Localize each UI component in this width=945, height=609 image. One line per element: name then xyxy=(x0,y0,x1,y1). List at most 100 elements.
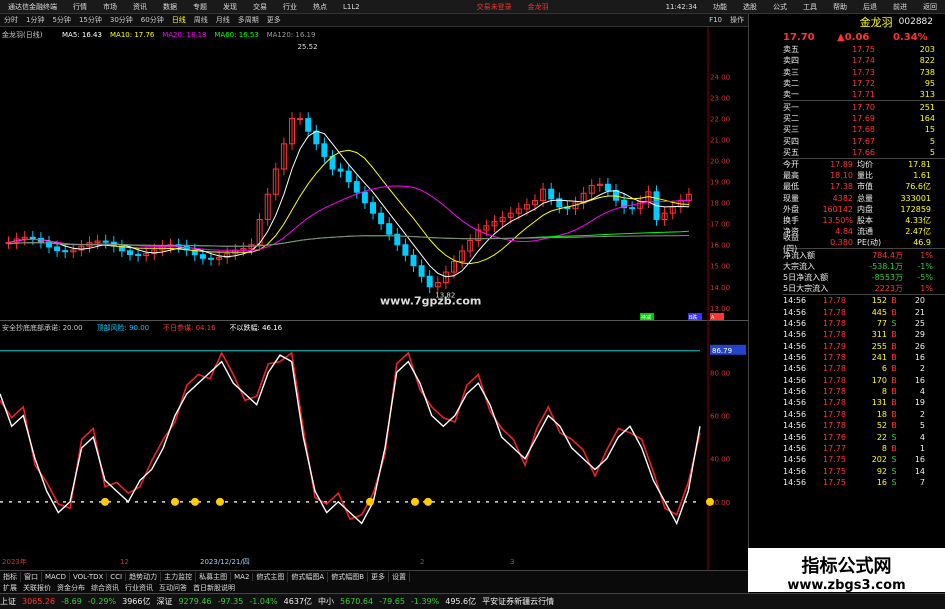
indicator-chart[interactable]: 安全抄底 底部承诺: 20.00 顶部风险: 90.00 不日参谋: 04.16 不以跌… xyxy=(0,320,748,570)
indicator-tab[interactable]: 俯式幅图B xyxy=(328,571,369,582)
extension-tab-bar: 扩展 关联报价 资金分布 综合资讯 行业资讯 互动问答 首日新股说明 xyxy=(0,582,748,593)
status-item: 3966亿 xyxy=(122,597,151,606)
book-volume: 203 xyxy=(919,45,935,55)
tick-row: 14:56 17.78 170 B 16 xyxy=(749,375,945,386)
indicator-tab[interactable]: 主力监控 xyxy=(161,571,197,582)
indicator-tab[interactable]: 私募主图 xyxy=(196,571,232,582)
tick-time: 14:56 xyxy=(783,409,807,419)
info-value: 46.9 xyxy=(913,238,931,248)
nav-button[interactable]: 后退 xyxy=(855,2,885,12)
date-label: 2 xyxy=(420,558,424,566)
menu-item-right[interactable]: 功能 xyxy=(705,2,735,12)
indicator-tab[interactable]: 俯式幅图A xyxy=(288,571,329,582)
peak-label: 25.52 xyxy=(298,43,318,51)
menu-item[interactable]: 行情 xyxy=(65,2,95,12)
extension-tab[interactable]: 资金分布 xyxy=(54,583,88,593)
indicator-tab[interactable]: VOL-TDX xyxy=(70,572,108,581)
nav-button[interactable]: 前进 xyxy=(885,2,915,12)
book-volume: 313 xyxy=(919,90,935,100)
extension-tab[interactable]: 扩展 xyxy=(0,583,20,593)
candle-body xyxy=(370,202,376,214)
menu-item[interactable]: 数据 xyxy=(155,2,185,12)
extension-tab[interactable]: 行业资讯 xyxy=(122,583,156,593)
extension-tab[interactable]: 互动问答 xyxy=(156,583,190,593)
login-status[interactable]: 交易未登录 xyxy=(469,2,520,12)
period-tab[interactable]: 分时 xyxy=(0,15,22,25)
period-tab[interactable]: 5分钟 xyxy=(48,15,74,25)
indicator-tab[interactable]: 趋势动力 xyxy=(126,571,162,582)
indicator-tab[interactable]: MA2 xyxy=(231,572,254,581)
period-tab[interactable]: 多周期 xyxy=(234,15,263,25)
period-tab[interactable]: 60分钟 xyxy=(137,15,168,25)
buy-signal-icon xyxy=(191,497,199,506)
menu-item-right[interactable]: 帮助 xyxy=(825,2,855,12)
flow-row: 净流入额 784.4万 1% xyxy=(749,249,945,260)
period-right-button[interactable]: F10 xyxy=(705,16,726,24)
status-item: 3065.26 xyxy=(22,597,56,606)
indicator-tab-bar: 指标 窗口 MACD VOL-TDX CCI 趋势动力 主力监控 私募主图 MA2 俯式主图 俯式幅… xyxy=(0,570,748,582)
candle-body xyxy=(548,188,555,200)
indicator-tab[interactable]: CCI xyxy=(107,572,127,581)
tick-price: 17.78 xyxy=(823,421,846,431)
tick-count: 7 xyxy=(919,477,925,487)
period-right-button[interactable]: 操作 xyxy=(726,15,748,25)
tick-count: 29 xyxy=(914,330,925,340)
tick-row: 14:56 17.78 152 B 20 xyxy=(749,295,945,306)
order-book-row: 买三 17.68 15 xyxy=(749,124,945,135)
extension-tab[interactable]: 首日新股说明 xyxy=(190,583,238,593)
period-tab[interactable]: 15分钟 xyxy=(75,15,106,25)
menu-item[interactable]: 专题 xyxy=(185,2,215,12)
indicator-tab[interactable]: MACD xyxy=(42,572,70,581)
book-volume: 5 xyxy=(929,147,935,157)
info-label: 内盘 xyxy=(857,204,873,214)
period-tab[interactable]: 日线 xyxy=(168,15,190,25)
tick-volume: 241 xyxy=(871,353,887,363)
book-volume: 5 xyxy=(929,136,935,146)
extension-tab[interactable]: 关联报价 xyxy=(20,583,54,593)
book-level: 买二 xyxy=(783,113,799,123)
menu-item[interactable]: 行业 xyxy=(275,2,305,12)
menu-item-right[interactable]: 选股 xyxy=(735,2,765,12)
tick-price: 17.78 xyxy=(823,398,846,408)
nav-button[interactable]: 返回 xyxy=(915,2,945,12)
tick-side: B xyxy=(891,364,897,374)
period-tab[interactable]: 1分钟 xyxy=(22,15,48,25)
period-tab[interactable]: 更多 xyxy=(263,15,285,25)
main-kline-chart[interactable]: 金龙羽(日线) MA5: 16.43 MA10: 17.76 MA20: 18.18 M… xyxy=(0,27,748,320)
period-tab[interactable]: 30分钟 xyxy=(106,15,137,25)
tick-count: 5 xyxy=(919,421,925,431)
tick-side: B xyxy=(891,353,897,363)
indicator-tab[interactable]: 指标 xyxy=(0,571,21,582)
tick-side: B xyxy=(891,296,897,306)
tick-count: 2 xyxy=(919,364,925,374)
candle-body xyxy=(313,130,320,145)
menu-item-right[interactable]: 工具 xyxy=(795,2,825,12)
menu-item[interactable]: 通达信金融终端 xyxy=(0,2,65,12)
status-item: -1.39% xyxy=(410,597,440,606)
status-item: 495.6亿 xyxy=(445,597,477,606)
extension-tab[interactable]: 综合资讯 xyxy=(88,583,122,593)
status-item: -0.29% xyxy=(87,597,117,606)
clock: 11:42:34 xyxy=(665,2,698,11)
menu-item[interactable]: 交易 xyxy=(245,2,275,12)
indicator-tab[interactable]: 窗口 xyxy=(21,571,42,582)
candle-body xyxy=(305,118,312,132)
menu-item-right[interactable]: 公式 xyxy=(765,2,795,12)
flow-value: -8553万 xyxy=(871,272,903,282)
tick-price: 17.78 xyxy=(823,409,846,419)
period-tab[interactable]: 周线 xyxy=(190,15,212,25)
period-tab[interactable]: 月线 xyxy=(212,15,234,25)
menu-item[interactable]: 市场 xyxy=(95,2,125,12)
date-label: 12 xyxy=(120,558,129,566)
flow-label: 5日净流入额 xyxy=(783,272,829,282)
candle-body xyxy=(378,212,385,225)
indicator-tab[interactable]: 俯式主图 xyxy=(253,571,289,582)
indicator-tab[interactable]: 更多 xyxy=(368,571,390,582)
menu-item[interactable]: L1L2 xyxy=(335,3,368,11)
tick-volume: 6 xyxy=(881,364,887,374)
indicator-tab[interactable]: 设置 xyxy=(389,571,411,582)
ma-legend: MA5: 16.43 xyxy=(62,31,102,39)
menu-item[interactable]: 资讯 xyxy=(125,2,155,12)
menu-item[interactable]: 热点 xyxy=(305,2,335,12)
menu-item[interactable]: 发现 xyxy=(215,2,245,12)
